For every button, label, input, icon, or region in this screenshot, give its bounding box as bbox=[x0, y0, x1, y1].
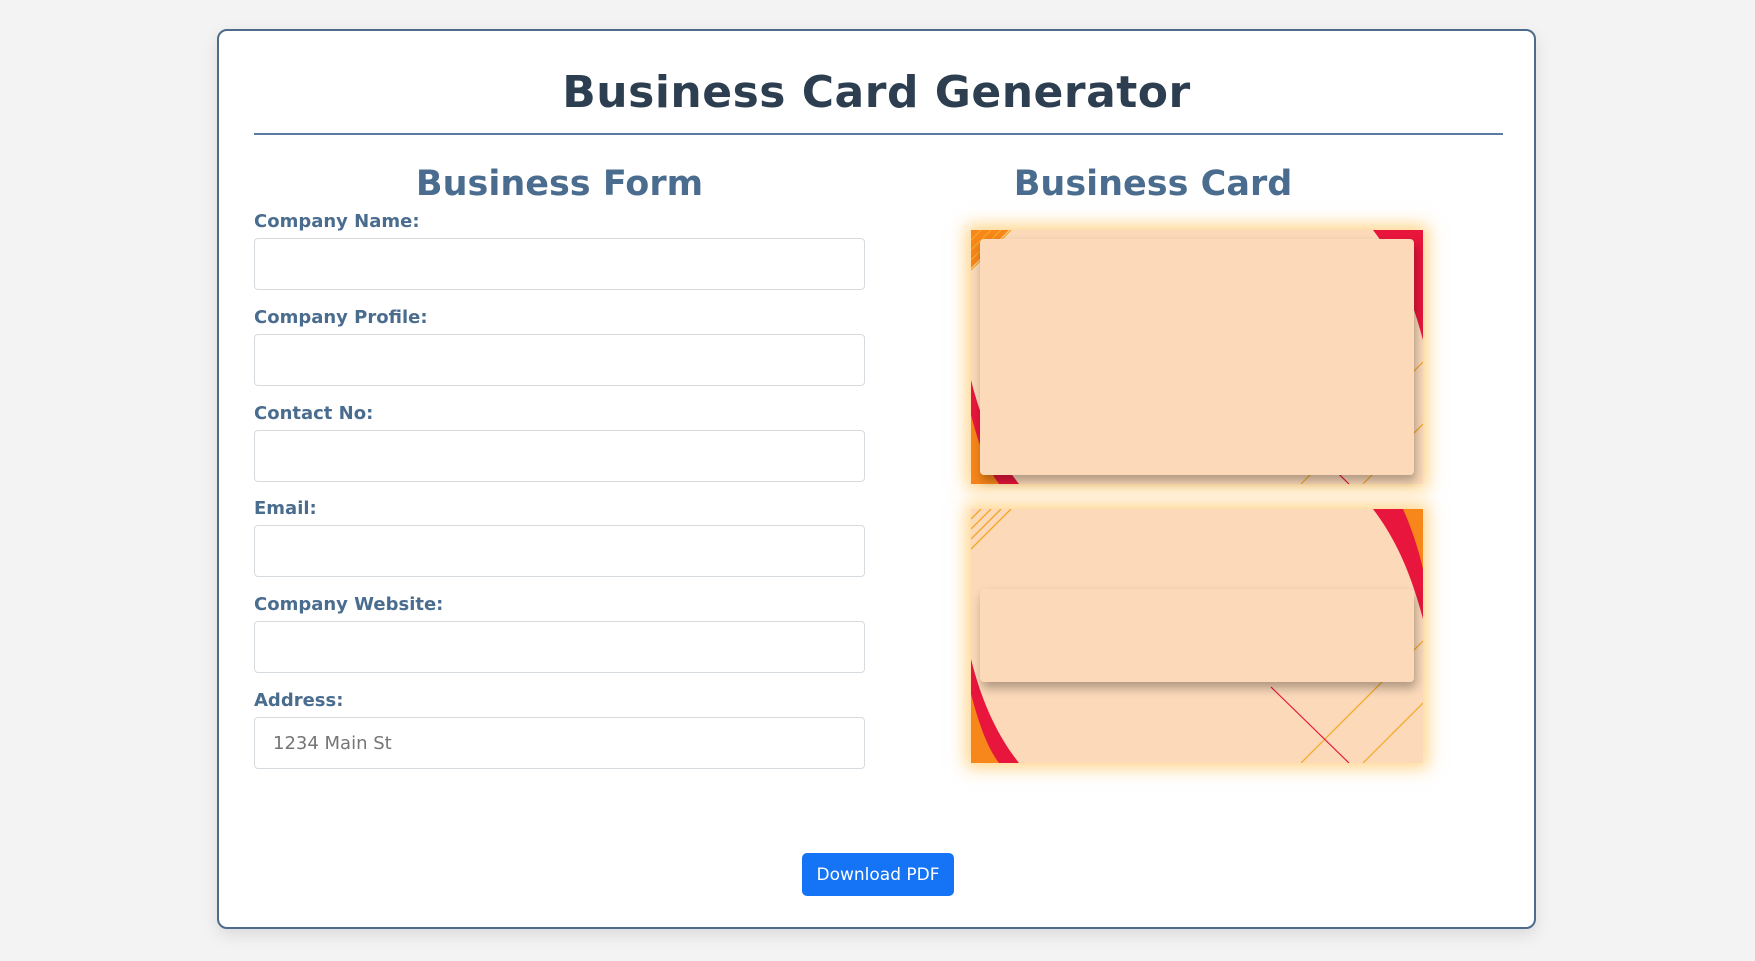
company-name-label: Company Name: bbox=[254, 211, 420, 232]
download-pdf-button[interactable]: Download PDF bbox=[802, 853, 954, 896]
card-heading: Business Card bbox=[1013, 164, 1293, 204]
company-name-input[interactable] bbox=[254, 238, 865, 290]
card-front bbox=[971, 230, 1423, 484]
company-website-label: Company Website: bbox=[254, 594, 444, 615]
company-profile-input[interactable] bbox=[254, 334, 865, 386]
contact-no-input[interactable] bbox=[254, 430, 865, 482]
address-input[interactable] bbox=[254, 717, 865, 769]
page-title: Business Card Generator bbox=[562, 67, 1191, 118]
contact-no-label: Contact No: bbox=[254, 403, 374, 424]
address-label: Address: bbox=[254, 690, 344, 711]
card-front-content-area bbox=[980, 239, 1414, 475]
card-back bbox=[971, 509, 1423, 763]
main-panel: Business Card Generator Business Form Co… bbox=[217, 29, 1536, 929]
title-divider bbox=[254, 133, 1503, 135]
card-back-content-area bbox=[980, 589, 1414, 682]
company-website-input[interactable] bbox=[254, 621, 865, 673]
company-profile-label: Company Profile: bbox=[254, 307, 428, 328]
email-label: Email: bbox=[254, 498, 317, 519]
email-input[interactable] bbox=[254, 525, 865, 577]
form-heading: Business Form bbox=[415, 164, 704, 204]
